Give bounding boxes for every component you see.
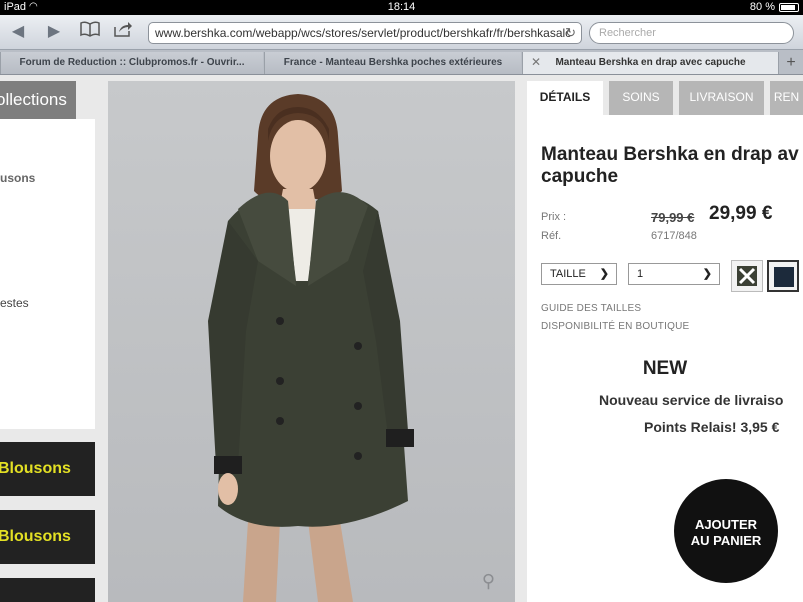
status-bar: iPad ◠ 18:14 80 % xyxy=(0,0,803,15)
clock: 18:14 xyxy=(387,1,416,13)
search-field[interactable]: Rechercher xyxy=(589,22,794,44)
url-field[interactable]: www.bershka.com/webapp/wcs/stores/servle… xyxy=(148,22,582,44)
new-label-text: NEW xyxy=(642,358,688,379)
bookmarks-icon[interactable] xyxy=(78,21,102,43)
tab-details[interactable]: DÉTAILS xyxy=(527,81,603,115)
product-title-line1: Manteau Bershka en drap av xyxy=(541,144,799,165)
tab-soins[interactable]: SOINS xyxy=(609,81,673,115)
add-to-cart-line2: AU PANIER xyxy=(690,533,762,548)
reload-icon[interactable]: ↻ xyxy=(565,25,576,41)
store-availability-link[interactable]: DISPONIBILITÉ EN BOUTIQUE xyxy=(541,321,689,332)
chevron-down-icon: ❯ xyxy=(599,268,609,280)
search-placeholder: Rechercher xyxy=(599,27,656,39)
tab-livraison-label: LIVRAISON xyxy=(689,90,754,104)
model-illustration xyxy=(208,94,414,602)
tab-label: Manteau Bershka en drap avec capuche xyxy=(555,57,746,68)
sidebar-panel: usons estes xyxy=(0,119,95,429)
delivery-promo-line1: Nouveau service de livraiso xyxy=(599,392,784,408)
unavailable-icon xyxy=(738,267,756,285)
promo-label: Blousons xyxy=(0,528,71,545)
quantity-value: 1 xyxy=(637,268,644,280)
tab-livraison[interactable]: LIVRAISON xyxy=(679,81,764,115)
forward-icon[interactable]: ▶ xyxy=(42,21,66,43)
price-label: Prix : xyxy=(541,211,567,223)
product-photo[interactable]: ⚲ xyxy=(108,81,515,602)
battery-icon xyxy=(779,3,799,12)
chevron-down-icon: ❯ xyxy=(702,268,712,280)
add-to-cart-button[interactable]: AJOUTER AU PANIER xyxy=(674,479,778,583)
quantity-select[interactable]: 1 ❯ xyxy=(628,263,720,285)
battery-percent: 80 % xyxy=(749,1,775,13)
new-label: NEW xyxy=(527,358,803,380)
tab-label: Forum de Reduction :: Clubpromos.fr - Ou… xyxy=(19,57,245,68)
tab-renvoi-label: REN xyxy=(773,90,800,104)
color-swatch-unavailable[interactable] xyxy=(731,260,763,292)
tab-details-label: DÉTAILS xyxy=(539,90,591,104)
sidebar-item-vestes[interactable]: estes xyxy=(0,296,29,310)
browser-toolbar: ◀ ▶ www.bershka.com/webapp/wcs/stores/se… xyxy=(0,15,803,50)
tab-clubpromos[interactable]: Forum de Reduction :: Clubpromos.fr - Ou… xyxy=(0,52,263,74)
promo-banner-3[interactable] xyxy=(0,578,95,602)
tab-soins-label: SOINS xyxy=(622,90,660,104)
page-content: ollections usons estes Blousons Blousons xyxy=(0,76,803,602)
delivery-promo-line2: Points Relais! 3,95 € xyxy=(644,419,780,435)
tab-bershka-capuche[interactable]: ✕ Manteau Bershka en drap avec capuche xyxy=(522,52,778,74)
product-title: Manteau Bershka en drap av capuche xyxy=(541,144,803,188)
back-icon[interactable]: ◀ xyxy=(6,21,30,43)
ref-label: Réf. xyxy=(541,230,562,242)
sidebar-item-blousons[interactable]: usons xyxy=(0,171,35,185)
size-select-label: TAILLE xyxy=(550,268,586,280)
detail-tabs: DÉTAILS SOINS LIVRAISON REN xyxy=(527,81,803,115)
tab-renvoi[interactable]: REN xyxy=(770,81,803,115)
promo-blousons-1[interactable]: Blousons xyxy=(0,442,95,496)
ref-value: 6717/848 xyxy=(651,230,697,242)
tab-bershka-poches[interactable]: France - Manteau Bershka poches extérieu… xyxy=(264,52,521,74)
new-tab-icon[interactable]: + xyxy=(778,52,803,74)
add-to-cart-line1: AJOUTER xyxy=(694,517,758,532)
swatch-color xyxy=(774,267,794,287)
promo-label: Blousons xyxy=(0,460,71,477)
product-title-line2: capuche xyxy=(541,166,619,187)
sale-price: 29,99 € xyxy=(709,203,773,224)
close-icon[interactable]: ✕ xyxy=(531,52,541,73)
collections-header[interactable]: ollections xyxy=(0,81,76,119)
size-guide-link[interactable]: GUIDE DES TAILLES xyxy=(541,303,641,314)
zoom-icon[interactable]: ⚲ xyxy=(482,571,495,592)
collections-label: ollections xyxy=(0,90,67,109)
color-swatch-selected[interactable] xyxy=(767,260,799,292)
tab-bar: Forum de Reduction :: Clubpromos.fr - Ou… xyxy=(0,50,803,75)
share-icon[interactable] xyxy=(111,21,135,43)
size-select[interactable]: TAILLE ❯ xyxy=(541,263,617,285)
promo-blousons-2[interactable]: Blousons xyxy=(0,510,95,564)
url-text: www.bershka.com/webapp/wcs/stores/servle… xyxy=(155,26,572,40)
old-price: 79,99 € xyxy=(651,210,695,225)
product-details-panel: DÉTAILS SOINS LIVRAISON REN Manteau Bers… xyxy=(527,81,803,602)
tab-label: France - Manteau Bershka poches extérieu… xyxy=(283,57,503,68)
